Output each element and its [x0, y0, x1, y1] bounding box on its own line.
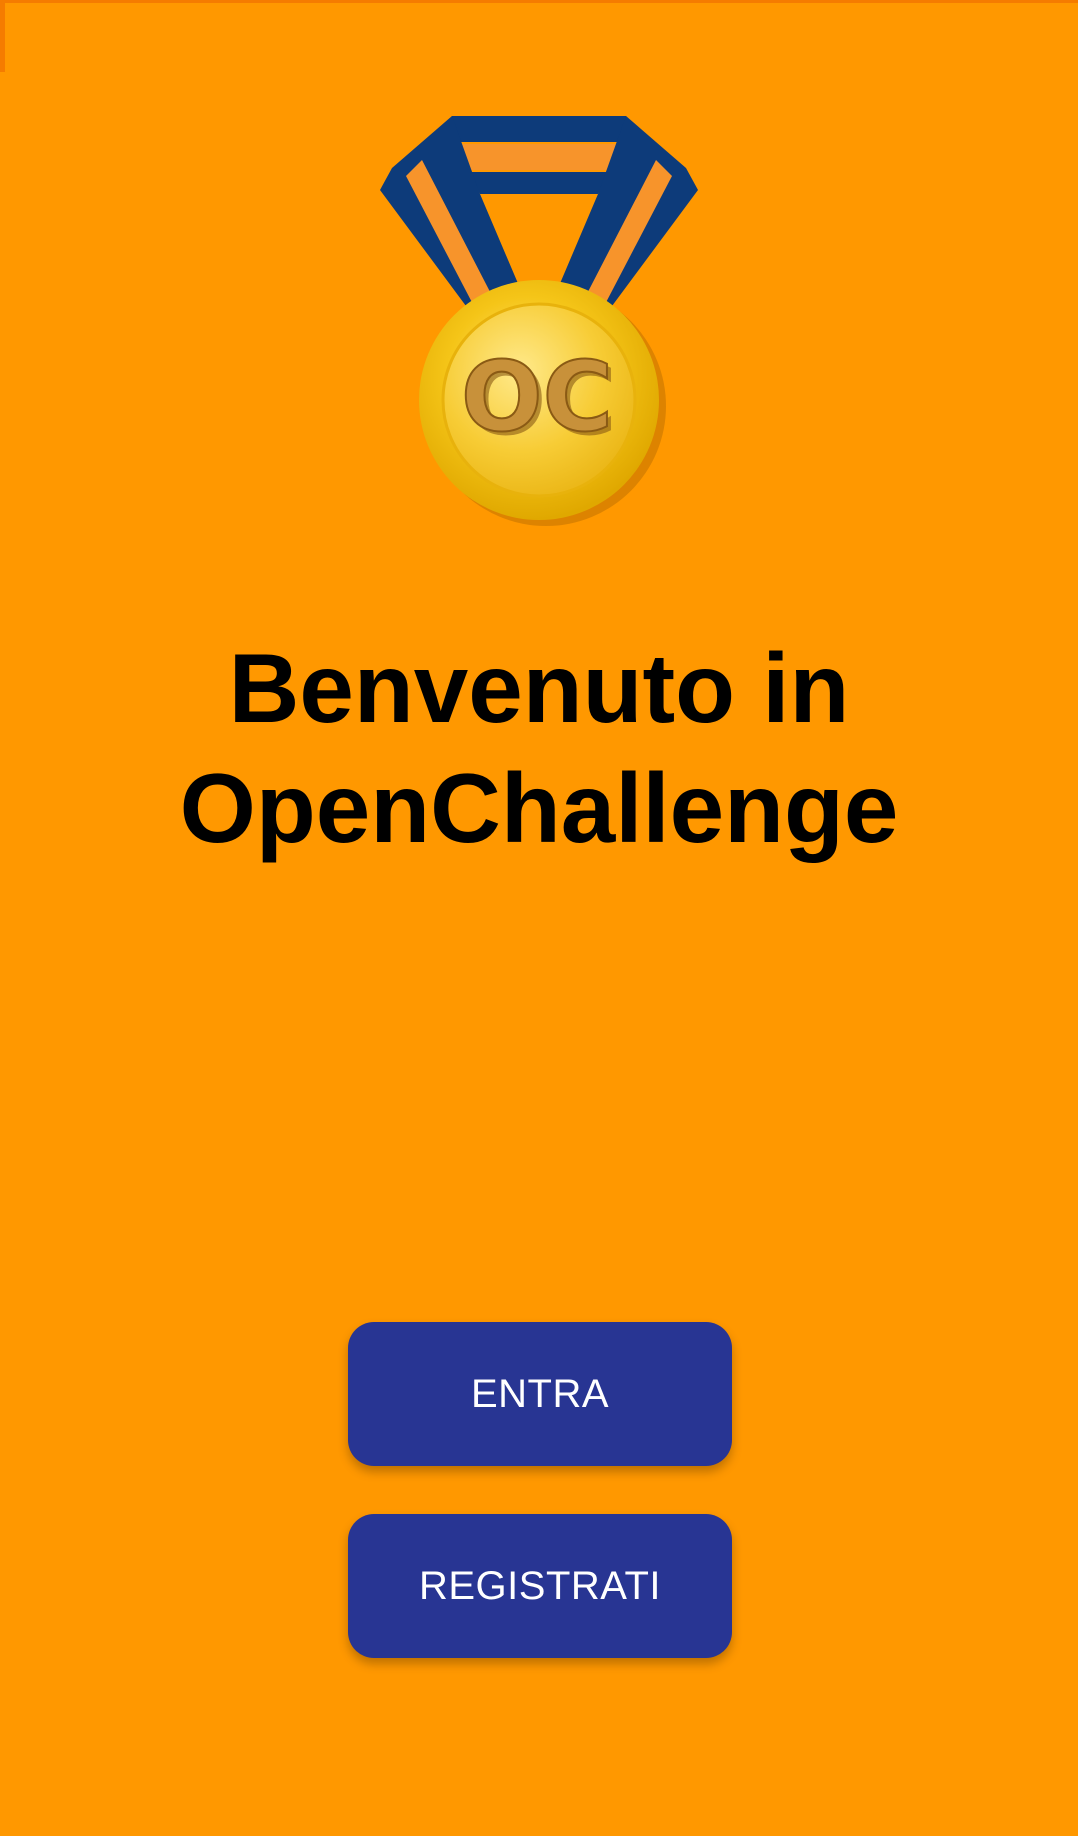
welcome-line-1: Benvenuto in	[228, 633, 850, 743]
enter-button[interactable]: ENTRA	[348, 1322, 732, 1466]
welcome-title: Benvenuto in OpenChallenge	[0, 628, 1078, 868]
medal-text: OC	[461, 341, 613, 453]
welcome-line-2: OpenChallenge	[179, 753, 899, 863]
enter-button-label: ENTRA	[470, 1371, 610, 1416]
status-strip	[0, 0, 1078, 3]
medal-icon: OC OC	[376, 110, 702, 540]
register-button-label: REGISTRATI	[418, 1563, 662, 1608]
register-button[interactable]: REGISTRATI	[348, 1514, 732, 1658]
corner-accent	[0, 0, 5, 72]
